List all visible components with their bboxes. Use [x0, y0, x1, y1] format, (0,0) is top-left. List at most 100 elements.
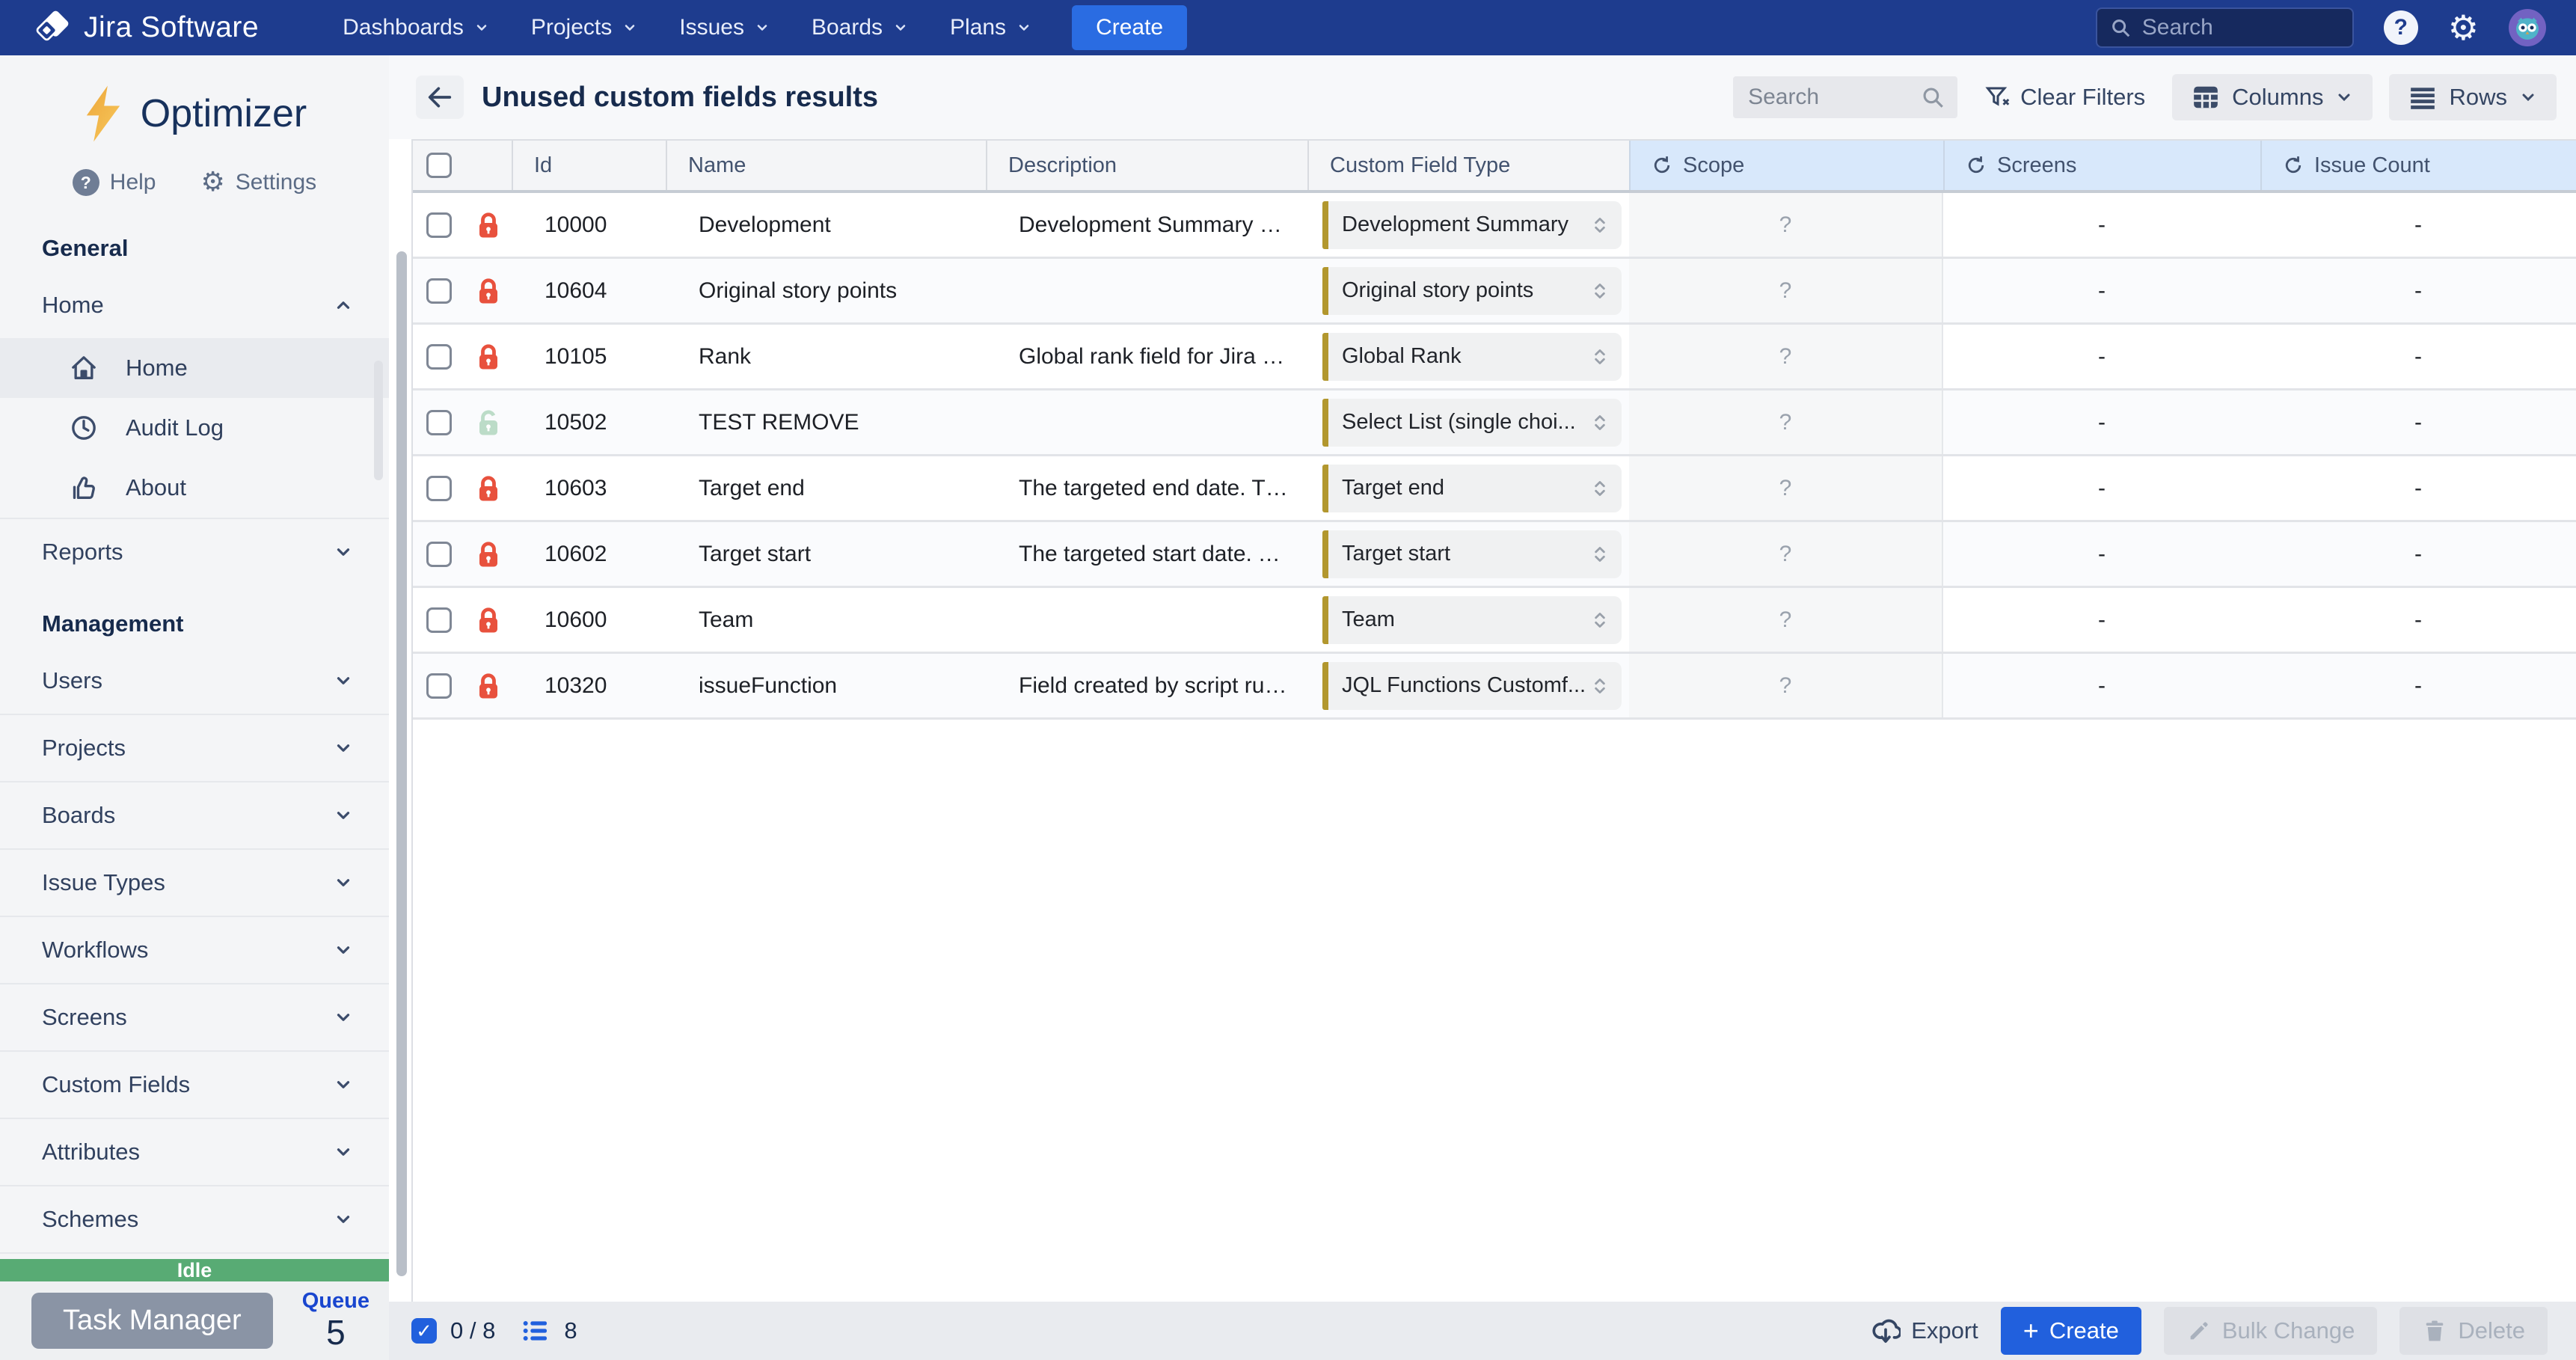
sidebar-settings-link[interactable]: ⚙ Settings — [201, 169, 317, 196]
cell-description: Development Summary Field fo... — [986, 193, 1307, 257]
table-search[interactable] — [1733, 76, 1957, 118]
custom-field-type-select[interactable]: Select List (single choi... — [1322, 399, 1622, 447]
table-row: 10603 Target end The targeted end date. Th… — [413, 456, 2576, 522]
sidebar: Optimizer ? Help ⚙ Settings GeneralHomeH… — [0, 55, 389, 1360]
column-header-description[interactable]: Description — [986, 141, 1307, 190]
rows-button[interactable]: Rows — [2389, 74, 2557, 120]
chevron-down-icon — [334, 1075, 353, 1094]
cell-description — [986, 588, 1307, 652]
sidebar-group-issue-types[interactable]: Issue Types — [0, 848, 389, 916]
navbar-menu-dashboards[interactable]: Dashboards — [328, 7, 504, 48]
create-button[interactable]: + Create — [2001, 1307, 2141, 1355]
cell-issue-count: - — [2260, 588, 2576, 652]
navbar-menu-plans[interactable]: Plans — [935, 7, 1046, 48]
sidebar-group-schemes[interactable]: Schemes — [0, 1185, 389, 1252]
select-all-checkbox[interactable] — [426, 153, 452, 178]
cell-description: The targeted end date. This cu... — [986, 456, 1307, 520]
navbar-menu-boards[interactable]: Boards — [797, 7, 923, 48]
sidebar-group-label: Workflows — [42, 937, 148, 964]
table-search-input[interactable] — [1748, 85, 1920, 110]
custom-field-type-select[interactable]: Target end — [1322, 465, 1622, 512]
cell-screens: - — [1943, 193, 2260, 257]
export-button[interactable]: Export — [1871, 1316, 1978, 1346]
table-row: 10000DevelopmentDevelopment Summary Fiel… — [413, 193, 2576, 259]
sidebar-group-home[interactable]: Home — [0, 272, 389, 338]
row-checkbox[interactable] — [426, 410, 452, 435]
navbar-menu-label: Plans — [950, 15, 1006, 40]
chevron-down-icon — [2335, 88, 2353, 106]
navbar-create-button[interactable]: Create — [1072, 5, 1187, 50]
delete-button[interactable]: Delete — [2399, 1307, 2548, 1355]
selection-checkbox[interactable]: ✓ — [411, 1318, 437, 1344]
page: Jira Software Dashboards Projects Issues Bo… — [0, 0, 2576, 1360]
sidebar-group-screens[interactable]: Screens — [0, 983, 389, 1050]
queue-count: 5 — [326, 1314, 346, 1352]
row-checkbox[interactable] — [426, 673, 452, 699]
custom-field-type-select[interactable]: Target start — [1322, 530, 1622, 578]
column-header-scope[interactable]: Scope — [1629, 141, 1943, 190]
table-row: 10604Original story pointsOriginal story… — [413, 259, 2576, 325]
chevron-down-icon — [893, 20, 908, 35]
column-header-screens[interactable]: Screens — [1943, 141, 2260, 190]
custom-field-type-select[interactable]: Development Summary — [1322, 201, 1622, 249]
sidebar-help-link[interactable]: ? Help — [73, 169, 156, 196]
sidebar-item-home[interactable]: Home — [0, 338, 389, 398]
row-checkbox[interactable] — [426, 278, 452, 304]
gear-icon[interactable]: ⚙ — [2448, 10, 2479, 45]
custom-field-type-select[interactable]: JQL Functions Customf... — [1322, 662, 1622, 710]
custom-field-type-select[interactable]: Global Rank — [1322, 333, 1622, 381]
column-header-id[interactable]: Id — [512, 141, 666, 190]
navbar-menu-projects[interactable]: Projects — [516, 7, 652, 48]
sidebar-group-projects[interactable]: Projects — [0, 714, 389, 781]
columns-button[interactable]: Columns — [2172, 74, 2373, 120]
custom-field-type-select[interactable]: Team — [1322, 596, 1622, 644]
column-header-name[interactable]: Name — [666, 141, 986, 190]
sidebar-item-audit-log[interactable]: Audit Log — [0, 398, 389, 458]
row-checkbox[interactable] — [426, 542, 452, 567]
row-checkbox[interactable] — [426, 212, 452, 238]
avatar[interactable] — [2509, 9, 2546, 46]
cell-custom-field-type: Target start — [1307, 522, 1629, 586]
sidebar-scrollbar[interactable] — [374, 361, 383, 480]
row-checkbox[interactable] — [426, 344, 452, 370]
sidebar-group-boards[interactable]: Boards — [0, 781, 389, 848]
navbar-search[interactable] — [2096, 7, 2354, 48]
back-button[interactable] — [416, 76, 464, 119]
select-chevrons-icon — [1590, 214, 1610, 236]
search-icon — [2109, 16, 2132, 39]
sidebar-group-custom-fields[interactable]: Custom Fields — [0, 1050, 389, 1118]
sidebar-group-attributes[interactable]: Attributes — [0, 1118, 389, 1185]
bulk-change-button[interactable]: Bulk Change — [2164, 1307, 2378, 1355]
chevron-down-icon — [334, 806, 353, 825]
table-body: 10000DevelopmentDevelopment Summary Fiel… — [413, 193, 2576, 720]
product-name: Jira Software — [84, 11, 259, 44]
cell-screens: - — [1943, 390, 2260, 454]
cell-issue-count: - — [2260, 654, 2576, 717]
navbar-menu-issues[interactable]: Issues — [664, 7, 785, 48]
cell-custom-field-type: Global Rank — [1307, 325, 1629, 388]
sidebar-item-about[interactable]: About — [0, 458, 389, 518]
row-checkbox[interactable] — [426, 476, 452, 501]
cell-custom-field-type: Original story points — [1307, 259, 1629, 322]
export-label: Export — [1911, 1317, 1978, 1344]
row-checkbox[interactable] — [426, 607, 452, 633]
column-header-custom-field-type[interactable]: Custom Field Type — [1307, 141, 1629, 190]
custom-field-type-select[interactable]: Original story points — [1322, 267, 1622, 315]
column-header-issue-count[interactable]: Issue Count — [2260, 141, 2576, 190]
jira-logo[interactable]: Jira Software — [34, 10, 259, 45]
cell-screens: - — [1943, 522, 2260, 586]
main-scrollbar[interactable] — [396, 251, 407, 1276]
cell-id: 10600 — [512, 588, 666, 652]
bulk-change-label: Bulk Change — [2222, 1317, 2355, 1344]
clear-filters-button[interactable]: Clear Filters — [1984, 84, 2145, 111]
cell-scope: ? — [1629, 325, 1943, 388]
help-icon[interactable]: ? — [2384, 10, 2418, 45]
sidebar-group-workflows[interactable]: Workflows — [0, 916, 389, 983]
navbar-search-input[interactable] — [2142, 15, 2322, 40]
list-icon — [521, 1316, 551, 1346]
task-manager-button[interactable]: Task Manager — [31, 1293, 273, 1349]
top-navbar: Jira Software Dashboards Projects Issues Bo… — [0, 0, 2576, 55]
sidebar-group-users[interactable]: Users — [0, 648, 389, 714]
sidebar-group-reports[interactable]: Reports — [0, 518, 389, 585]
cell-id: 10603 — [512, 456, 666, 520]
